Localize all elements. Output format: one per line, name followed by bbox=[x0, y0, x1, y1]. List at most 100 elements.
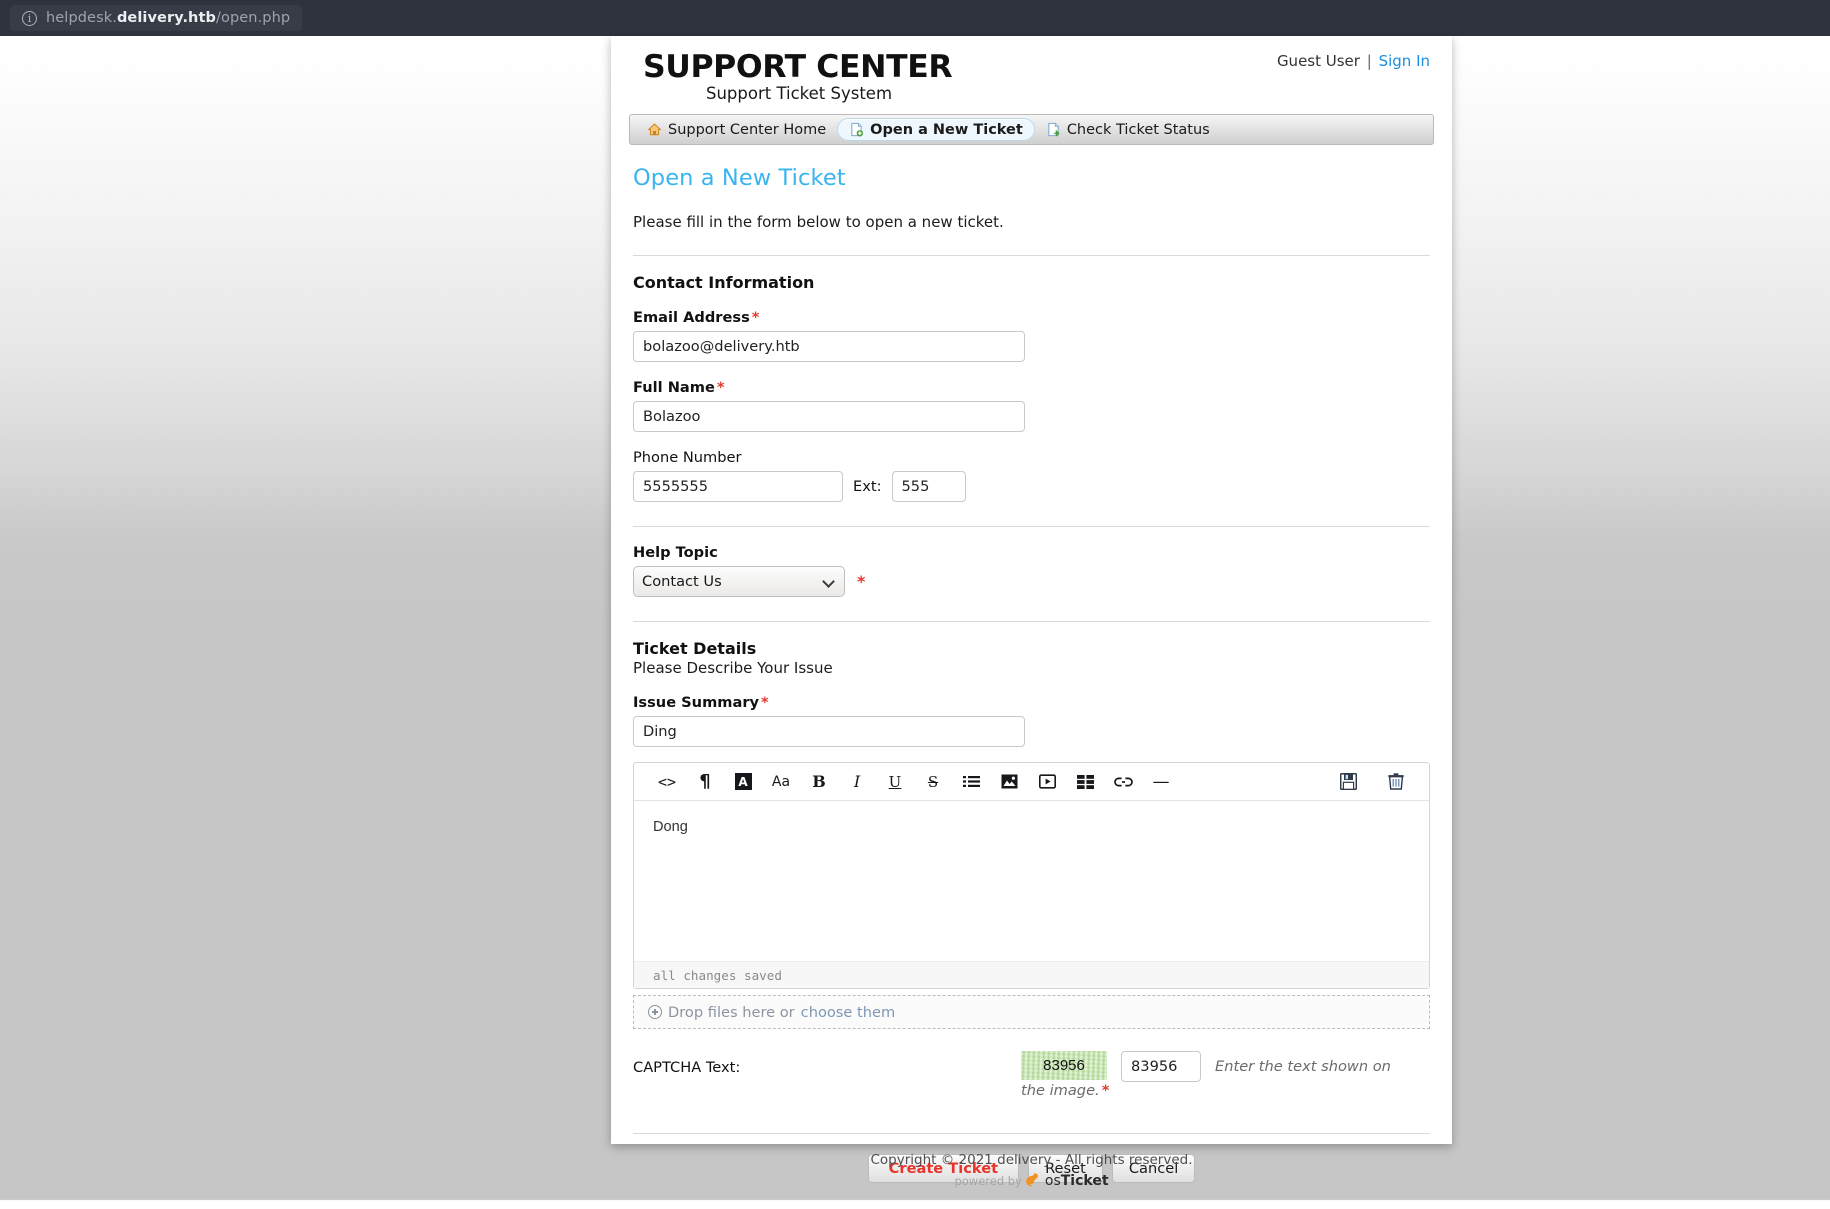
video-icon[interactable] bbox=[1028, 767, 1066, 797]
tab-open-a-new-ticket[interactable]: Open a New Ticket bbox=[837, 118, 1035, 141]
url-prefix: helpdesk. bbox=[46, 10, 117, 26]
help-topic-select[interactable]: Contact Us bbox=[633, 566, 845, 597]
required-marker: * bbox=[716, 379, 725, 396]
choose-files-link[interactable]: choose them bbox=[801, 1004, 896, 1021]
main-navigation: Support Center Home Open a New Ticket Ch… bbox=[629, 114, 1434, 145]
help-topic-select-wrap: Contact Us bbox=[633, 566, 845, 597]
email-input[interactable] bbox=[633, 331, 1025, 362]
bullet-list-icon[interactable] bbox=[952, 767, 990, 797]
editor-body[interactable]: Dong bbox=[634, 801, 1429, 961]
osticket-kangaroo-icon bbox=[1026, 1173, 1038, 1187]
logo-subtitle: Support Ticket System bbox=[705, 84, 893, 103]
ticket-details-subheading: Please Describe Your Issue bbox=[633, 659, 833, 677]
divider bbox=[633, 526, 1430, 527]
divider bbox=[633, 255, 1430, 256]
link-icon[interactable] bbox=[1104, 767, 1142, 797]
tab-label: Open a New Ticket bbox=[870, 121, 1023, 138]
url-bar[interactable]: i helpdesk.delivery.htb/open.php bbox=[10, 5, 303, 31]
home-icon bbox=[647, 123, 662, 136]
font-size-icon[interactable]: Aa bbox=[762, 767, 800, 797]
issue-detail-editor: <> ¶ A Aa B I U S — Dong all changes sav… bbox=[633, 762, 1430, 989]
email-field-group: Email Address * bbox=[633, 309, 1430, 362]
full-name-label-text: Full Name bbox=[633, 379, 715, 396]
ticket-status-icon bbox=[1048, 122, 1060, 137]
user-bar-separator: | bbox=[1366, 52, 1372, 70]
issue-summary-group: Issue Summary * bbox=[633, 694, 1430, 747]
captcha-hint-tail: the image. * bbox=[1021, 1082, 1109, 1099]
required-marker: * bbox=[761, 694, 769, 711]
phone-field-group: Phone Number Ext: bbox=[633, 449, 1430, 502]
help-topic-row: Contact Us * bbox=[633, 566, 1430, 597]
page-title: Open a New Ticket bbox=[633, 165, 846, 191]
paragraph-icon[interactable]: ¶ bbox=[686, 767, 724, 797]
table-icon[interactable] bbox=[1066, 767, 1104, 797]
required-marker: * bbox=[751, 309, 760, 326]
ext-input[interactable] bbox=[891, 471, 966, 502]
page-footer: Copyright © 2021 delivery - All rights r… bbox=[611, 1152, 1452, 1189]
osticket-wordmark: os Ticket bbox=[1045, 1173, 1109, 1189]
add-file-icon bbox=[648, 1005, 662, 1019]
copyright-text: Copyright © 2021 delivery - All rights r… bbox=[870, 1152, 1193, 1168]
tab-check-ticket-status[interactable]: Check Ticket Status bbox=[1035, 118, 1221, 141]
issue-summary-label-text: Issue Summary bbox=[633, 694, 760, 711]
contact-information-heading: Contact Information bbox=[633, 273, 815, 292]
issue-summary-label: Issue Summary * bbox=[633, 694, 1430, 711]
url-text: helpdesk.delivery.htb/open.php bbox=[46, 10, 290, 26]
editor-toolbar-right bbox=[1329, 767, 1415, 797]
phone-row: Ext: bbox=[633, 471, 1430, 502]
required-marker: * bbox=[1101, 1082, 1110, 1099]
page-lead-text: Please fill in the form below to open a … bbox=[633, 213, 1004, 231]
captcha-hint-line2: the image. bbox=[1021, 1082, 1100, 1099]
bold-icon[interactable]: B bbox=[800, 767, 838, 797]
captcha-controls: 83956 Enter the text shown on bbox=[1021, 1051, 1401, 1082]
full-name-label: Full Name * bbox=[633, 379, 1430, 396]
strikethrough-icon[interactable]: S bbox=[914, 767, 952, 797]
email-label: Email Address * bbox=[633, 309, 1430, 326]
dropzone-text: Drop files here or bbox=[668, 1003, 795, 1021]
phone-label: Phone Number bbox=[633, 449, 742, 466]
captcha-hint: Enter the text shown on bbox=[1215, 1051, 1401, 1078]
captcha-input[interactable] bbox=[1121, 1051, 1201, 1082]
url-domain: delivery.htb bbox=[116, 10, 216, 26]
italic-icon[interactable]: I bbox=[838, 767, 876, 797]
underline-icon[interactable]: U bbox=[876, 767, 914, 797]
powered-by: powered by os Ticket bbox=[611, 1172, 1452, 1189]
page-panel: SUPPORT CENTER Support Ticket System Gue… bbox=[611, 36, 1452, 1183]
tab-label: Support Center Home bbox=[668, 121, 827, 138]
browser-chrome-bar: i helpdesk.delivery.htb/open.php bbox=[0, 0, 1830, 36]
brand-os: os bbox=[1044, 1172, 1061, 1189]
full-name-input[interactable] bbox=[633, 401, 1025, 432]
tab-support-center-home[interactable]: Support Center Home bbox=[636, 118, 837, 141]
text-color-icon[interactable]: A bbox=[724, 767, 762, 797]
divider bbox=[633, 621, 1430, 622]
file-dropzone[interactable]: Drop files here or choose them bbox=[633, 995, 1430, 1029]
help-topic-label: Help Topic bbox=[633, 544, 718, 561]
url-path: /open.php bbox=[216, 10, 291, 26]
page-content: Open a New Ticket Please fill in the for… bbox=[611, 145, 1452, 1209]
ext-label: Ext: bbox=[853, 478, 882, 495]
captcha-image: 83956 bbox=[1021, 1051, 1107, 1080]
required-marker: * bbox=[857, 572, 866, 591]
horizontal-rule-icon[interactable]: — bbox=[1142, 767, 1180, 797]
email-label-text: Email Address bbox=[633, 309, 750, 326]
help-topic-group: Help Topic Contact Us * bbox=[633, 544, 1430, 597]
divider bbox=[633, 1133, 1430, 1134]
masthead: SUPPORT CENTER Support Ticket System Gue… bbox=[611, 36, 1452, 108]
issue-summary-input[interactable] bbox=[633, 716, 1025, 747]
source-code-icon[interactable]: <> bbox=[648, 767, 686, 797]
full-name-field-group: Full Name * bbox=[633, 379, 1430, 432]
captcha-hint-line1: Enter the text shown on bbox=[1215, 1058, 1391, 1075]
info-icon[interactable]: i bbox=[22, 10, 37, 26]
guest-user-label: Guest User bbox=[1276, 52, 1360, 70]
brand-ticket: Ticket bbox=[1060, 1172, 1109, 1189]
captcha-row: CAPTCHA Text: 83956 Enter the text shown… bbox=[633, 1051, 1430, 1107]
sign-in-link[interactable]: Sign In bbox=[1379, 52, 1430, 70]
trash-icon[interactable] bbox=[1377, 767, 1415, 797]
phone-input[interactable] bbox=[633, 471, 843, 502]
new-ticket-icon bbox=[851, 122, 864, 137]
ticket-details-heading: Ticket Details bbox=[633, 639, 757, 658]
captcha-label: CAPTCHA Text: bbox=[633, 1059, 741, 1076]
save-icon[interactable] bbox=[1329, 767, 1367, 797]
image-icon[interactable] bbox=[990, 767, 1028, 797]
tab-label: Check Ticket Status bbox=[1066, 121, 1210, 138]
